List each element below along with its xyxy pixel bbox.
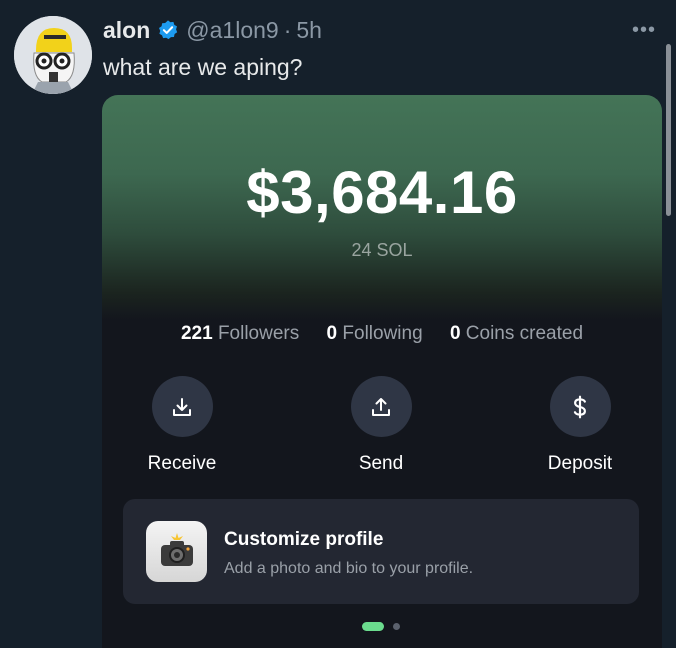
profile-stats: 221 Followers 0 Following 0 Coins create… bbox=[102, 321, 662, 347]
stat-label: Following bbox=[342, 323, 423, 344]
receive-circle[interactable] bbox=[151, 376, 213, 437]
separator-dot: · bbox=[283, 17, 292, 43]
more-options-icon[interactable]: ••• bbox=[632, 20, 656, 40]
send-circle[interactable] bbox=[350, 376, 412, 437]
wallet-card[interactable]: $3,684.16 24 SOL 221 Followers 0 Followi… bbox=[102, 95, 662, 648]
balance-amount: $3,684.16 bbox=[246, 159, 518, 226]
tweet-screen: alon @a1lon9 · 5h ••• what are we aping?… bbox=[0, 0, 676, 648]
tweet-text: what are we aping? bbox=[103, 54, 303, 80]
customize-profile-card[interactable]: Customize profile Add a photo and bio to… bbox=[123, 499, 639, 604]
timestamp[interactable]: 5h bbox=[296, 14, 322, 46]
stat-value: 221 bbox=[180, 323, 213, 344]
stat-value: 0 bbox=[326, 323, 338, 344]
deposit-label: Deposit bbox=[547, 453, 613, 474]
receive-button[interactable]: Receive bbox=[112, 376, 252, 476]
sol-amount: 24 SOL bbox=[351, 240, 413, 260]
scrollbar[interactable] bbox=[666, 44, 671, 216]
stat-label: Followers bbox=[217, 323, 300, 344]
promo-subtitle: Add a photo and bio to your profile. bbox=[224, 560, 474, 577]
send-label: Send bbox=[358, 453, 404, 474]
pager-dot[interactable] bbox=[393, 623, 400, 630]
stat-value: 0 bbox=[449, 323, 461, 344]
camera-icon bbox=[146, 521, 207, 582]
tweet-header: alon @a1lon9 · 5h bbox=[103, 14, 322, 46]
verified-badge-icon bbox=[157, 19, 179, 41]
stat-following[interactable]: 0 Following bbox=[327, 321, 423, 347]
stat-coins-created[interactable]: 0 Coins created bbox=[450, 321, 583, 347]
stat-followers[interactable]: 221 Followers bbox=[181, 321, 299, 347]
handle[interactable]: @a1lon9 bbox=[186, 14, 278, 46]
download-icon bbox=[173, 397, 191, 416]
promo-title: Customize profile bbox=[224, 529, 384, 550]
send-button[interactable]: Send bbox=[311, 376, 451, 476]
display-name[interactable]: alon bbox=[103, 14, 150, 46]
avatar-illustration-icon bbox=[14, 16, 92, 94]
stat-label: Coins created bbox=[465, 323, 584, 344]
avatar[interactable] bbox=[14, 16, 92, 94]
pager-dot-active[interactable] bbox=[362, 622, 384, 631]
deposit-button[interactable]: Deposit bbox=[510, 376, 650, 476]
receive-label: Receive bbox=[147, 453, 217, 474]
dollar-icon bbox=[573, 395, 586, 418]
upload-icon bbox=[372, 397, 390, 416]
deposit-circle[interactable] bbox=[549, 376, 611, 437]
